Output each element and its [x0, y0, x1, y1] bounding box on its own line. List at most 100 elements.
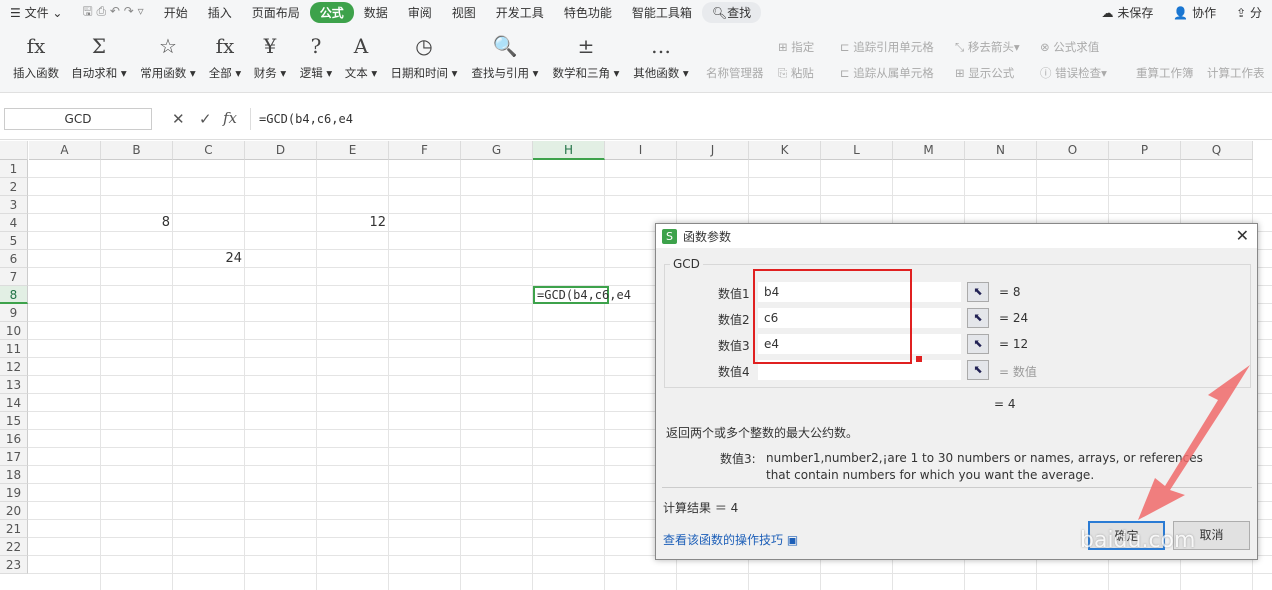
range-select-icon[interactable]: ⬉ [967, 282, 989, 302]
row-header[interactable]: 15 [0, 412, 28, 430]
column-header[interactable]: I [605, 141, 677, 160]
range-select-icon[interactable]: ⬉ [967, 360, 989, 380]
evaluate-formula-button[interactable]: ⊗ 公式求值 [1040, 39, 1099, 55]
column-header[interactable]: G [461, 141, 533, 160]
row-header[interactable]: 8 [0, 286, 28, 304]
gridline [28, 177, 1272, 178]
share-button[interactable]: ⇪ 分 [1226, 2, 1272, 23]
cell[interactable]: =GCD(b4,c6,e4 [533, 286, 631, 304]
remove-arrows-label: 移去箭头 [967, 40, 1014, 54]
column-header[interactable]: J [677, 141, 749, 160]
row-header[interactable]: 9 [0, 304, 28, 322]
tab-3[interactable]: 公式 [309, 2, 354, 23]
collab-button[interactable]: 👤 协作 [1163, 2, 1226, 23]
name-manager-button[interactable]: 名称管理器 [706, 65, 764, 81]
trace-dependents-button[interactable]: ⊏ 追踪从属单元格 [840, 65, 934, 81]
row-header[interactable]: 23 [0, 556, 28, 574]
row-header[interactable]: 16 [0, 430, 28, 448]
row-header[interactable]: 2 [0, 178, 28, 196]
column-header[interactable]: E [317, 141, 389, 160]
row-header[interactable]: 11 [0, 340, 28, 358]
row-header[interactable]: 7 [0, 268, 28, 286]
ribbon-button-10[interactable]: … 其他函数 ▾ [628, 31, 694, 81]
tab-5[interactable]: 审阅 [398, 2, 442, 23]
ribbon-button-7[interactable]: ◷ 日期和时间 ▾ [385, 31, 463, 81]
formula-input[interactable]: =GCD(b4,c6,e4 [250, 108, 1270, 130]
ribbon-button-2[interactable]: ☆ 常用函数 ▾ [136, 31, 200, 81]
row-header[interactable]: 14 [0, 394, 28, 412]
row-header[interactable]: 13 [0, 376, 28, 394]
trace-precedents-button[interactable]: ⊏ 追踪引用单元格 [840, 39, 934, 55]
function-category-icon: A [353, 34, 369, 58]
column-header[interactable]: C [173, 141, 245, 160]
function-category-icon: Σ [91, 34, 107, 58]
row-header[interactable]: 20 [0, 502, 28, 520]
column-header[interactable]: B [101, 141, 173, 160]
column-header[interactable]: P [1109, 141, 1181, 160]
recalc-workbook-button[interactable]: 重算工作簿 [1136, 65, 1194, 81]
column-header[interactable]: L [821, 141, 893, 160]
row-header[interactable]: 22 [0, 538, 28, 556]
range-select-icon[interactable]: ⬉ [967, 334, 989, 354]
close-icon[interactable]: ✕ [1236, 226, 1249, 245]
row-header[interactable]: 4 [0, 214, 28, 232]
row-header[interactable]: 6 [0, 250, 28, 268]
column-header[interactable]: Q [1181, 141, 1253, 160]
tab-0[interactable]: 开始 [154, 2, 198, 23]
ribbon-button-label: 其他函数 ▾ [633, 66, 689, 80]
error-check-button[interactable]: ⓘ 错误检查▾ [1040, 65, 1107, 81]
cancel-icon[interactable]: ✕ [172, 110, 185, 128]
ribbon-button-8[interactable]: 🔍 查找与引用 ▾ [466, 31, 544, 81]
function-tips-link[interactable]: 查看该函数的操作技巧 ▣ [663, 531, 798, 548]
ribbon-button-0[interactable]: fx 插入函数 [8, 31, 64, 81]
tab-6[interactable]: 视图 [442, 2, 486, 23]
row-header[interactable]: 10 [0, 322, 28, 340]
search-button[interactable]: 🔍︎查找 [701, 2, 762, 23]
column-header[interactable]: K [749, 141, 821, 160]
tab-9[interactable]: 智能工具箱 [622, 2, 702, 23]
row-header[interactable]: 17 [0, 448, 28, 466]
file-menu[interactable]: ☰ 文件 ⌄ [0, 2, 72, 23]
column-header[interactable]: A [29, 141, 101, 160]
row-header[interactable]: 5 [0, 232, 28, 250]
paste-button[interactable]: ⎘ 粘贴 [778, 65, 814, 81]
row-header[interactable]: 21 [0, 520, 28, 538]
cell[interactable]: 12 [317, 214, 389, 232]
ribbon-button-4[interactable]: ¥ 财务 ▾ [249, 31, 291, 81]
range-select-icon[interactable]: ⬉ [967, 308, 989, 328]
row-header[interactable]: 3 [0, 196, 28, 214]
row-header[interactable]: 12 [0, 358, 28, 376]
confirm-icon[interactable]: ✓ [199, 110, 212, 128]
cell[interactable]: 8 [101, 214, 173, 232]
tab-7[interactable]: 开发工具 [486, 2, 554, 23]
column-header[interactable]: M [893, 141, 965, 160]
row-header[interactable]: 19 [0, 484, 28, 502]
column-header[interactable]: D [245, 141, 317, 160]
paste-label: 粘贴 [790, 66, 814, 80]
unsaved-status[interactable]: ☁ 未保存 [1091, 2, 1163, 23]
function-category-icon: ± [577, 34, 595, 58]
select-all-corner[interactable] [0, 141, 28, 160]
ribbon-button-5[interactable]: ? 逻辑 ▾ [295, 31, 337, 81]
ribbon-button-9[interactable]: ± 数学和三角 ▾ [547, 31, 625, 81]
ribbon-button-1[interactable]: Σ 自动求和 ▾ [67, 31, 131, 81]
remove-arrows-button[interactable]: ⤡ 移去箭头▾ [955, 39, 1020, 55]
tab-4[interactable]: 数据 [354, 2, 398, 23]
cell[interactable]: 24 [173, 250, 245, 268]
ribbon-button-3[interactable]: fx 全部 ▾ [204, 31, 246, 81]
calc-sheet-button[interactable]: 计算工作表 [1207, 65, 1265, 81]
column-header[interactable]: O [1037, 141, 1109, 160]
row-header[interactable]: 1 [0, 160, 28, 178]
specify-button[interactable]: ⊞ 指定 [778, 39, 814, 55]
tab-8[interactable]: 特色功能 [554, 2, 622, 23]
name-box[interactable]: GCD [4, 108, 152, 130]
ribbon-button-6[interactable]: A 文本 ▾ [340, 31, 382, 81]
tab-1[interactable]: 插入 [198, 2, 242, 23]
fx-icon[interactable]: fx [223, 109, 237, 127]
column-header[interactable]: F [389, 141, 461, 160]
column-header[interactable]: N [965, 141, 1037, 160]
tab-2[interactable]: 页面布局 [242, 2, 310, 23]
row-header[interactable]: 18 [0, 466, 28, 484]
show-formulas-button[interactable]: ⊞ 显示公式 [955, 65, 1014, 81]
column-header[interactable]: H [533, 141, 605, 160]
